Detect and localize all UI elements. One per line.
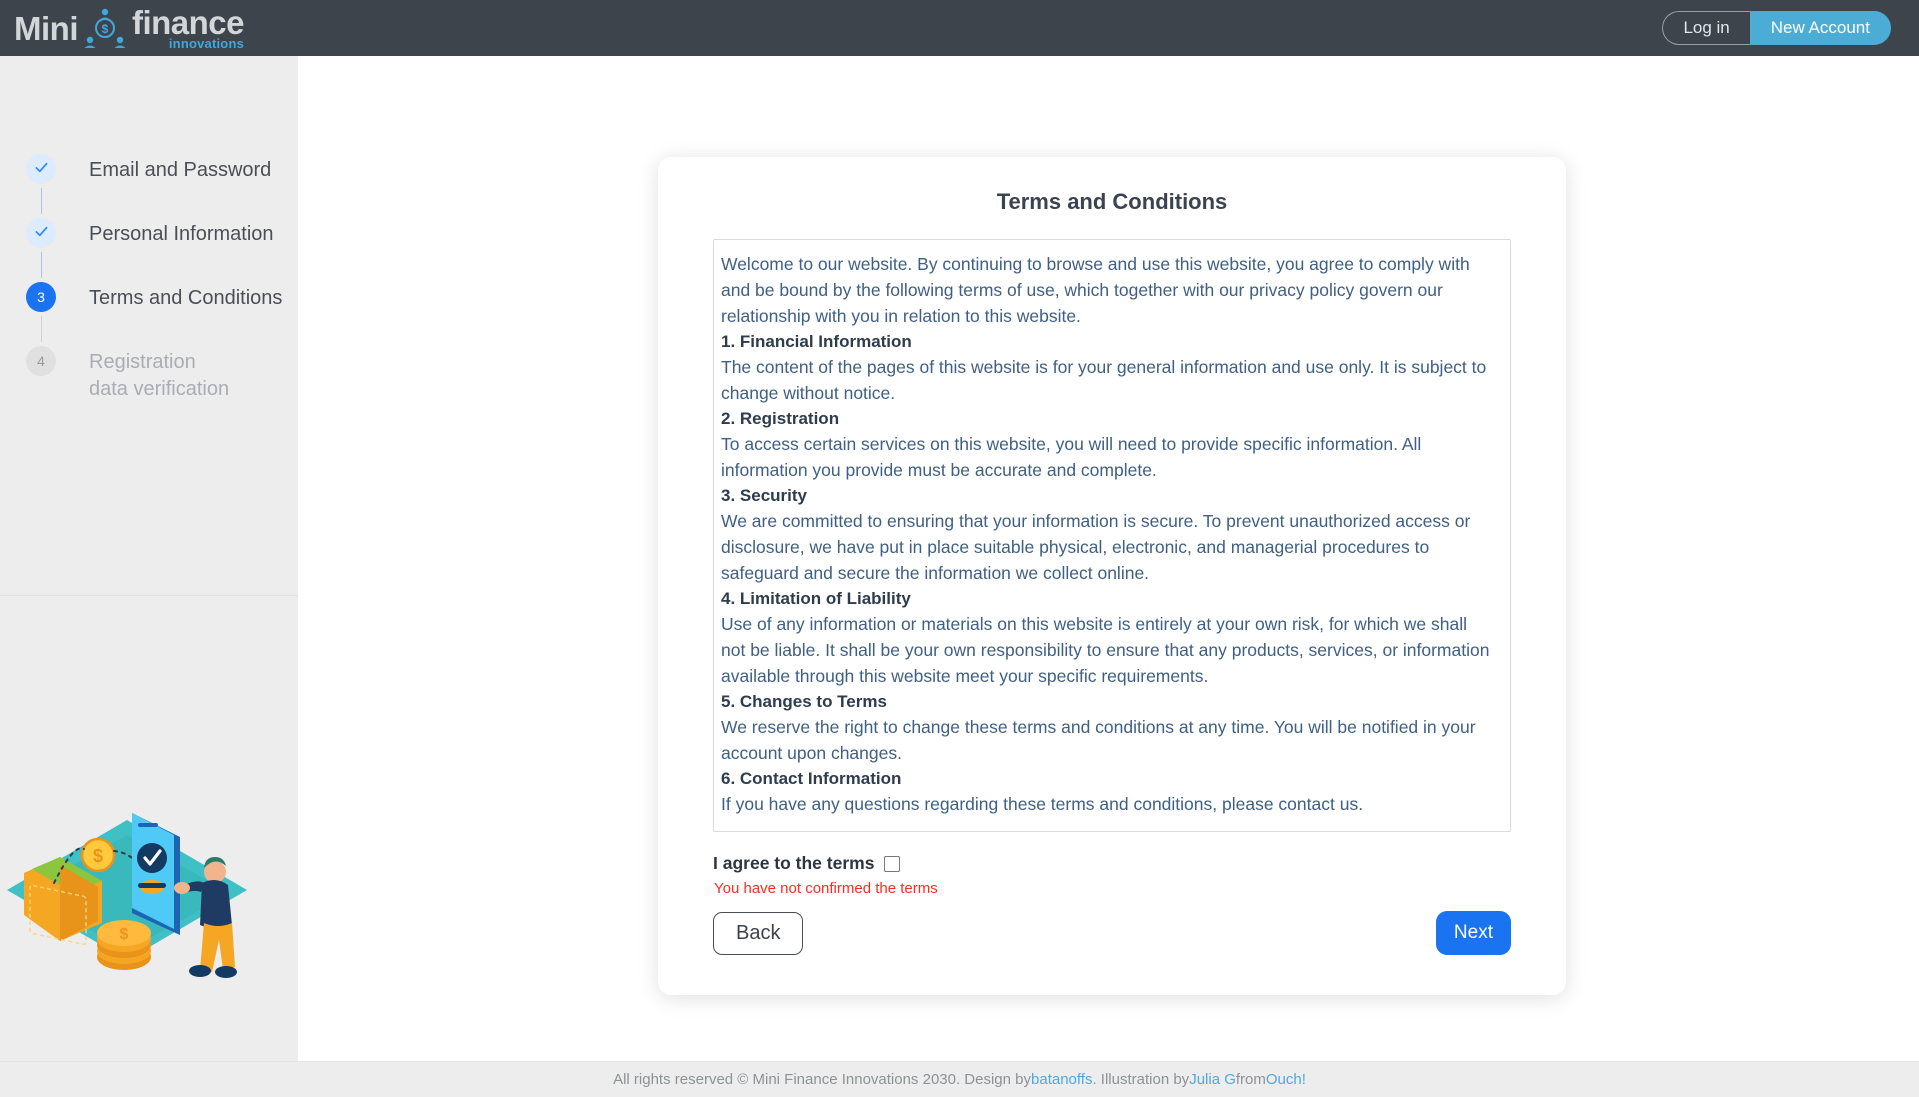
logo-word-mini: Mini [14, 9, 78, 47]
auth-button-group: Log in New Account [1662, 11, 1891, 45]
check-icon [33, 159, 50, 179]
login-button[interactable]: Log in [1662, 11, 1750, 45]
step-connector-2 [41, 252, 42, 278]
step-1-label: Email and Password [89, 159, 272, 181]
new-account-button[interactable]: New Account [1749, 11, 1891, 45]
terms-and-conditions-card: Terms and Conditions Welcome to our webs… [658, 157, 1566, 995]
check-icon [33, 223, 50, 243]
page-title: Terms and Conditions [996, 189, 1228, 214]
agree-to-terms-label: I agree to the terms [713, 853, 875, 873]
sidebar-step-terms-and-conditions[interactable]: 3 Terms and Conditions [26, 282, 298, 312]
sidebar-divider [0, 595, 298, 596]
footer-text-mid2: from [1235, 1071, 1266, 1088]
terms-paragraph: Welcome to our website. By continuing to… [721, 254, 1470, 326]
logo-tagline: innovations [168, 36, 245, 51]
svg-text:$: $ [102, 22, 109, 36]
step-2-status-circle [26, 218, 56, 248]
svg-text:$: $ [120, 926, 129, 943]
card-action-row: Back Next [713, 911, 1511, 955]
terms-paragraph: We reserve the right to change these ter… [721, 717, 1476, 763]
step-4-status-circle: 4 [26, 346, 56, 376]
terms-paragraph: Use of any information or materials on t… [721, 614, 1490, 686]
terms-scroll-box[interactable]: Welcome to our website. By continuing to… [713, 239, 1511, 832]
back-button[interactable]: Back [713, 911, 804, 955]
logo-word-finance: finance [131, 4, 245, 41]
brand-logo[interactable]: Mini $ finance innovations [14, 4, 245, 51]
registration-sidebar: Email and Password Personal Information … [0, 56, 298, 1097]
money-people-icon: $ [84, 7, 126, 49]
sidebar-step-registration-data-verification[interactable]: 4 Registration data verification [26, 346, 298, 403]
step-progress-list: Email and Password Personal Information … [0, 56, 298, 403]
terms-section-heading: 6. Contact Information [721, 769, 902, 788]
step-connector-3 [41, 316, 42, 342]
step-connector-1 [41, 188, 42, 214]
terms-error-message: You have not confirmed the terms [714, 880, 938, 897]
terms-paragraph: If you have any questions regarding thes… [721, 794, 1364, 814]
step-4-label: Registration data verification [89, 351, 230, 400]
footer-link-designer[interactable]: batanoffs [1031, 1071, 1092, 1088]
footer-text-start: All rights reserved © Mini Finance Innov… [613, 1071, 1032, 1088]
terms-paragraph: The content of the pages of this website… [721, 357, 1487, 403]
terms-paragraph: We are committed to ensuring that your i… [721, 511, 1471, 583]
step-3-status-circle: 3 [26, 282, 56, 312]
terms-section-heading: 1. Financial Information [721, 332, 912, 351]
footer-link-ouch[interactable]: Ouch! [1266, 1071, 1306, 1088]
footer-link-illustrator[interactable]: Julia G [1189, 1071, 1236, 1088]
svg-text:$: $ [93, 846, 103, 866]
terms-section-heading: 3. Security [721, 486, 807, 505]
agree-to-terms-row: I agree to the terms [713, 853, 1511, 874]
step-1-status-circle [26, 154, 56, 184]
step-2-label: Personal Information [89, 223, 274, 245]
step-3-label: Terms and Conditions [89, 287, 283, 309]
page-footer: All rights reserved © Mini Finance Innov… [0, 1061, 1919, 1097]
terms-section-heading: 5. Changes to Terms [721, 692, 887, 711]
next-button[interactable]: Next [1435, 911, 1511, 955]
sidebar-step-email-and-password[interactable]: Email and Password [26, 154, 298, 184]
sidebar-step-personal-information[interactable]: Personal Information [26, 218, 298, 248]
main-content-area: Terms and Conditions Welcome to our webs… [298, 56, 1919, 1097]
agree-to-terms-checkbox[interactable] [884, 855, 901, 872]
footer-text-mid: . Illustration by [1092, 1071, 1190, 1088]
terms-section-heading: 2. Registration [721, 409, 840, 428]
top-header-bar: Mini $ finance innovations Log in New Ac… [0, 0, 1919, 56]
wallet-phone-coins-illustration: $ $ [2, 795, 252, 1005]
terms-section-heading: 4. Limitation of Liability [721, 589, 911, 608]
terms-paragraph: To access certain services on this websi… [721, 434, 1422, 480]
